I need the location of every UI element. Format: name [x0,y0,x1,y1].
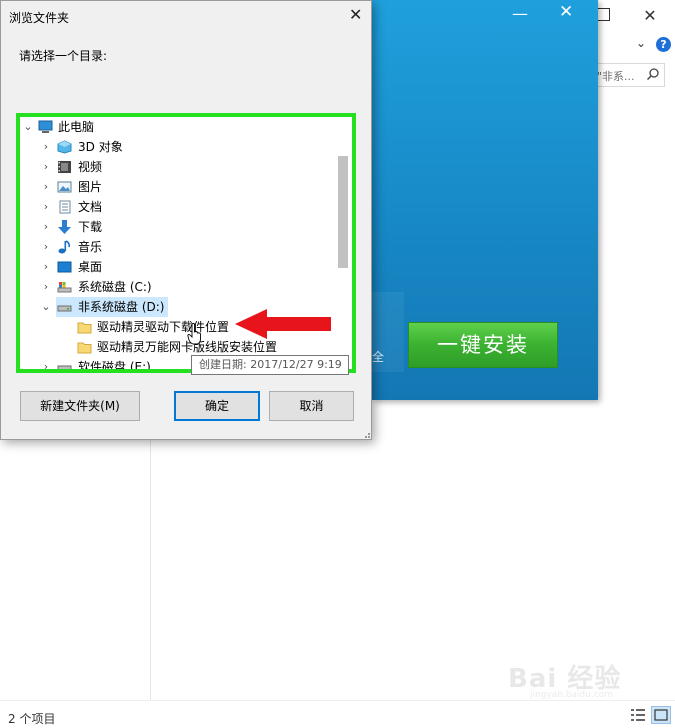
dialog-title: 浏览文件夹 [9,11,70,25]
dialog-close-icon[interactable]: ✕ [349,5,362,24]
tree-item-drive-c[interactable]: › 系统磁盘 (C:) [20,277,352,297]
expand-arrow-icon[interactable]: › [41,257,51,277]
tree-item-label: 下载 [78,220,103,234]
system-drive-icon [57,282,72,293]
tree-item-downloads[interactable]: › 下载 [20,217,352,237]
tree-item-desktop[interactable]: › 桌面 [20,257,352,277]
tree-item-3d-objects[interactable]: › 3D 对象 [20,137,352,157]
installer-close-icon[interactable]: ✕ [559,2,573,22]
explorer-maximize-icon[interactable] [597,8,610,21]
tree-item-drive-d[interactable]: 非系统磁盘 (D:) [56,297,168,317]
tree-item-music[interactable]: › 音乐 [20,237,352,257]
help-icon[interactable]: ? [656,37,671,52]
tree-item-label: 驱动精灵驱动下载件位置 [97,320,230,334]
expand-arrow-icon[interactable]: › [41,277,51,297]
resize-grip-icon[interactable] [361,429,371,439]
ok-button[interactable]: 确定 [174,391,260,421]
large-icons-view-icon[interactable] [651,706,671,724]
new-folder-button[interactable]: 新建文件夹(M) [20,391,140,421]
annotation-arrow-icon [235,309,331,339]
3d-objects-icon [57,140,72,154]
tree-item-this-pc[interactable]: ⌄ 此电脑 [20,117,352,137]
dialog-prompt: 请选择一个目录: [19,49,108,63]
tree-item-label: 桌面 [78,260,103,274]
status-bar: 2 个项目 [0,700,675,728]
search-placeholder: "非系... [597,70,635,83]
tree-item-label: 音乐 [78,240,103,254]
drive-icon [57,365,72,369]
tree-item-label: 此电脑 [58,120,95,134]
expand-arrow-icon[interactable]: › [41,237,51,257]
tree-item-install-folder[interactable]: 驱动精灵万能网卡版线版安装位置 [20,337,352,357]
tree-item-label: 软件磁盘 (E:) [78,360,151,373]
tree-item-label: 图片 [78,180,103,194]
document-icon [59,200,71,214]
hand-cursor-icon [187,323,201,345]
tree-item-label: 系统磁盘 (C:) [78,280,152,294]
music-icon [58,240,70,254]
expand-arrow-icon[interactable]: › [41,157,51,177]
tree-item-videos[interactable]: › 视频 [20,157,352,177]
drive-icon [57,305,72,312]
item-count: 2 个项目 [8,712,56,726]
search-box[interactable]: "非系... [593,63,665,87]
tree-item-documents[interactable]: › 文档 [20,197,352,217]
collapse-arrow-icon[interactable]: ⌄ [23,117,33,137]
tree-scrollbar-thumb[interactable] [338,156,348,268]
tree-item-label: 文档 [78,200,103,214]
computer-icon [38,120,53,133]
desktop-icon [57,261,72,273]
download-icon [58,220,71,234]
watermark-subtext: jingyan.baidu.com [530,690,614,700]
tree-item-label: 视频 [78,160,103,174]
tree-item-label: 3D 对象 [78,140,123,154]
explorer-close-icon[interactable]: ✕ [640,6,660,26]
expand-arrow-icon[interactable]: › [41,197,51,217]
baidu-watermark-logo: Bai 经验 jingyan.baidu.com [508,650,668,700]
ribbon-expand-chevron-icon[interactable]: ⌄ [634,36,648,50]
browse-folder-dialog: 浏览文件夹 ✕ 请选择一个目录: ⌄ 此电脑 › 3D 对象 › 视频 › 图片… [0,0,372,440]
collapse-arrow-icon[interactable]: ⌄ [41,297,51,317]
expand-arrow-icon[interactable]: › [41,137,51,157]
folder-icon [77,322,92,334]
tree-item-label: 非系统磁盘 (D:) [78,300,165,314]
tree-item-pictures[interactable]: › 图片 [20,177,352,197]
installer-side-text: 全 [372,350,385,364]
cancel-button[interactable]: 取消 [269,391,354,421]
expand-arrow-icon[interactable]: › [41,357,51,369]
expand-arrow-icon[interactable]: › [41,177,51,197]
search-icon [647,68,659,80]
expand-arrow-icon[interactable]: › [41,217,51,237]
installer-minimize-icon[interactable]: — [512,4,528,23]
folder-tooltip: 创建日期: 2017/12/27 9:19 [191,355,349,375]
installer-window: — ✕ 全 一键安装 [372,0,598,400]
video-icon [58,161,71,173]
folder-icon [77,342,92,354]
details-view-icon[interactable] [630,708,646,722]
one-click-install-button[interactable]: 一键安装 [408,322,558,368]
picture-icon [57,181,72,193]
